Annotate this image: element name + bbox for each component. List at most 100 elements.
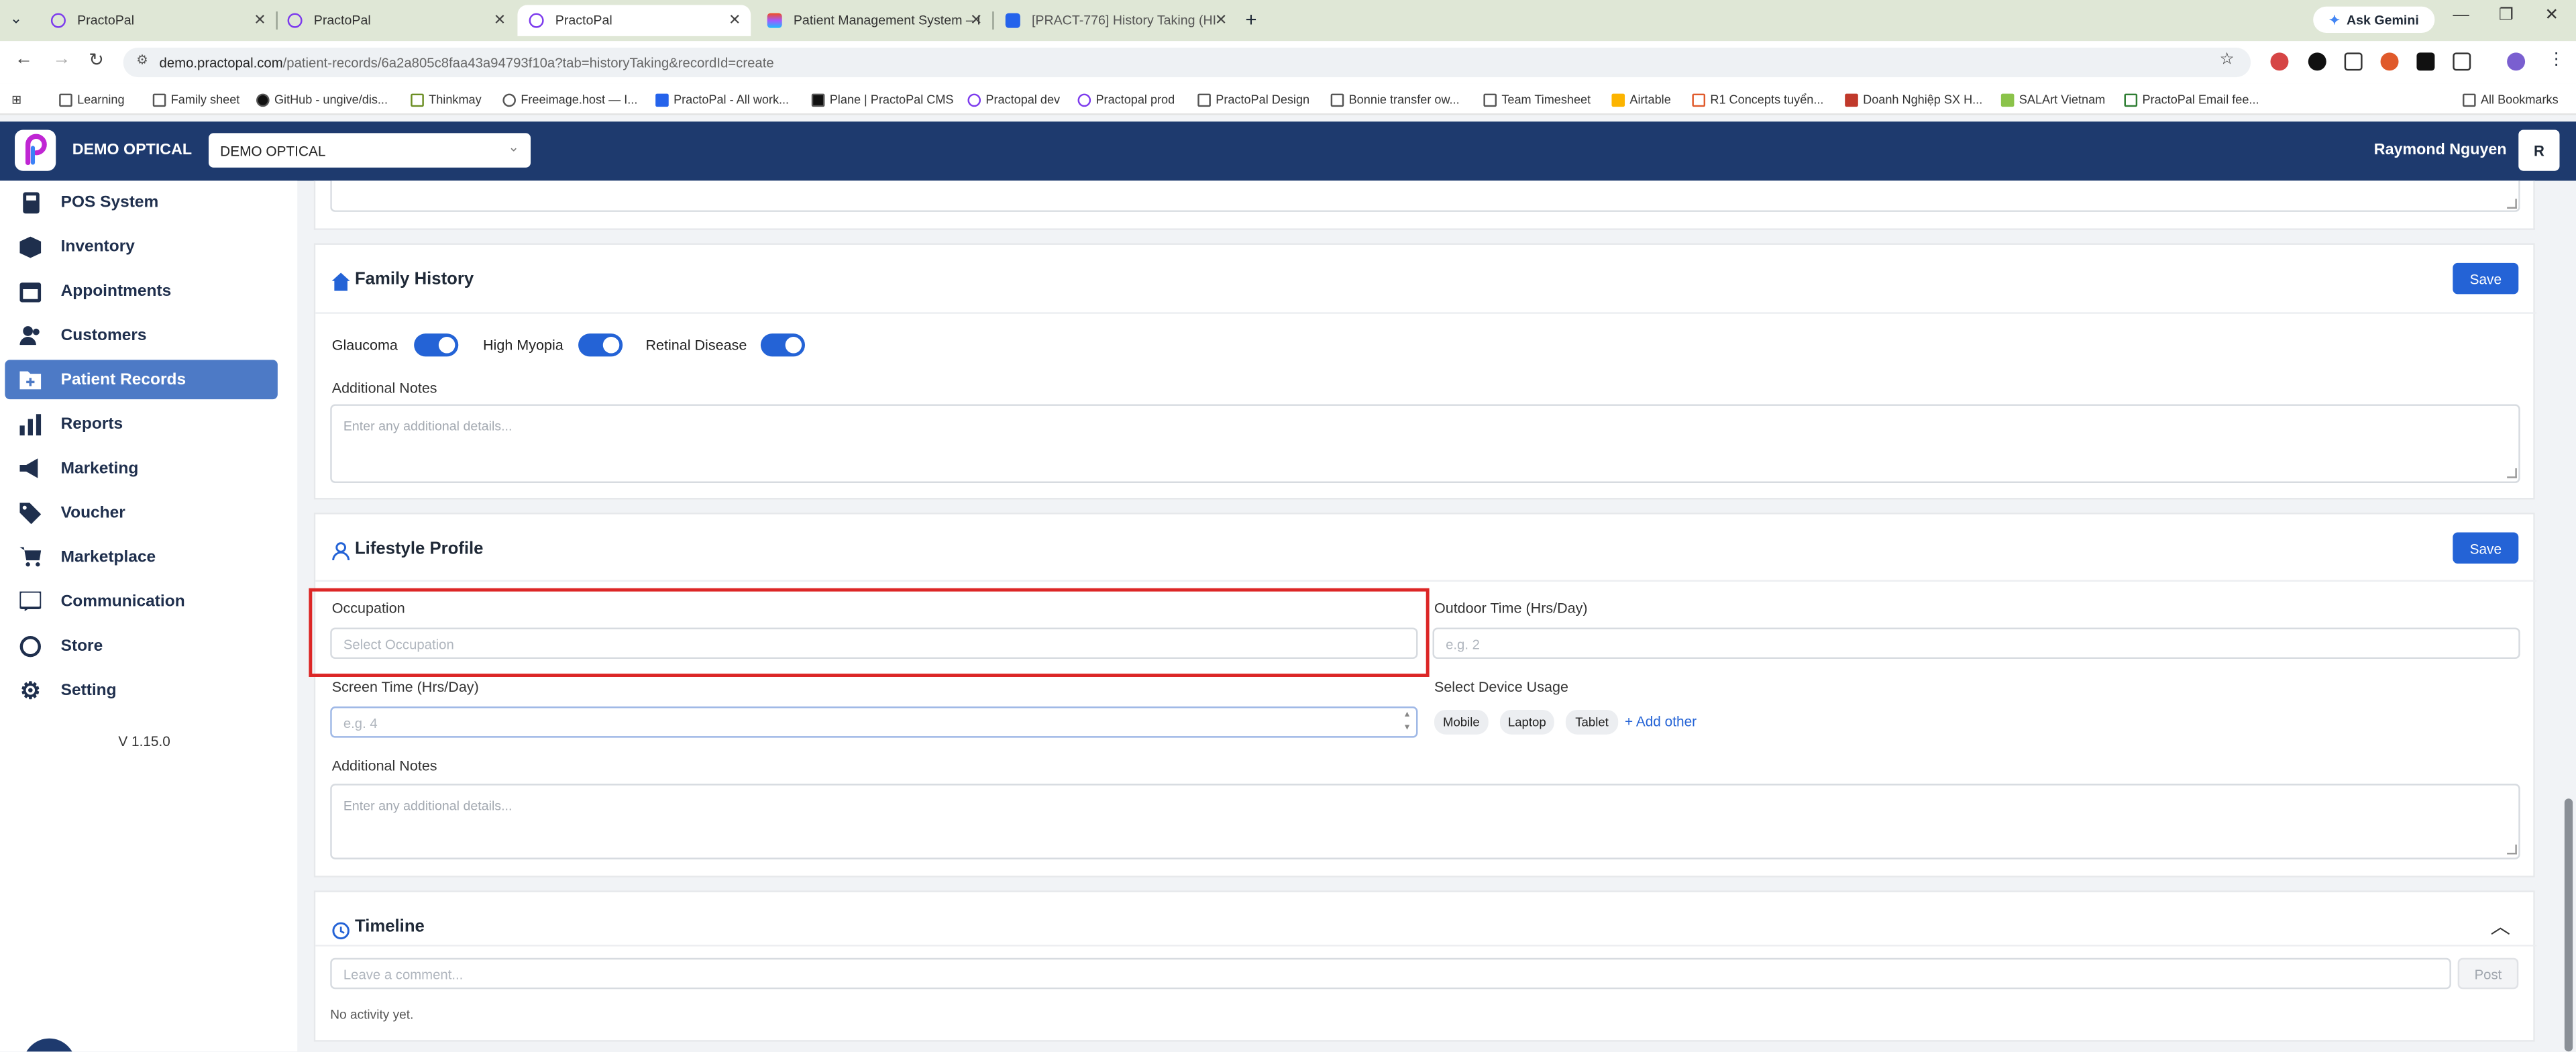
bookmark-item[interactable]: GitHub - ungive/dis... [256,92,388,107]
lifestyle-profile-title: Lifestyle Profile [354,539,484,559]
bookmark-item[interactable]: Doanh Nghiệp SX H... [1845,92,1982,107]
close-icon[interactable]: ✕ [970,11,982,30]
sidebar-item-label: POS System [60,193,159,211]
r1-icon [1692,93,1706,106]
post-comment-button[interactable]: Post [2457,957,2519,990]
browser-tab[interactable]: [PRACT-776] History Taking (HI ✕ [994,5,1237,36]
sidebar-item-voucher[interactable]: Voucher [5,493,278,533]
device-chip-mobile[interactable]: Mobile [1434,709,1489,735]
site-info-icon[interactable]: ⚙ [136,52,148,67]
sidebar-item-patient-records[interactable]: Patient Records [5,360,278,400]
extension-icon[interactable] [2380,52,2399,71]
device-chip-tablet[interactable]: Tablet [1565,709,1619,735]
maximize-icon[interactable]: ❐ [2499,7,2514,25]
sidebar-item-appointments[interactable]: Appointments [5,271,278,311]
previous-section-card [313,180,2535,230]
screen-time-input[interactable]: e.g. 4 ▲ ▼ [330,706,1418,738]
bookmark-item[interactable]: R1 Concepts tuyển... [1692,92,1823,107]
resize-handle[interactable] [2507,468,2517,478]
bookmark-item[interactable]: PractoPal - All work... [655,92,789,107]
bookmark-item[interactable]: Learning [59,92,125,107]
bookmark-item[interactable]: Airtable [1611,92,1671,107]
page-scrollbar[interactable] [2564,798,2573,1052]
bookmark-star-icon[interactable]: ☆ [2220,51,2235,69]
bookmark-item[interactable]: Practopal dev [967,92,1060,107]
resize-handle[interactable] [2507,844,2517,855]
bookmark-item[interactable]: Plane | PractoPal CMS [811,92,954,107]
browser-tab-active[interactable]: PractoPal ✕ [517,5,751,36]
location-select[interactable]: DEMO OPTICAL ⌄ [209,133,531,168]
app-logo[interactable] [15,129,56,171]
lifestyle-save-button[interactable]: Save [2453,532,2519,564]
minimize-icon[interactable]: — [2453,7,2469,25]
avatar[interactable]: R [2518,129,2560,171]
sidebar-item-pos-system[interactable]: POS System [5,182,278,222]
forward-icon[interactable]: → [52,49,70,68]
url-input[interactable]: ⚙ demo.practopal.com/patient-records/6a2… [123,48,2251,78]
high-myopia-toggle[interactable] [578,333,623,357]
gemini-icon: ✦ [2328,12,2341,28]
comment-input[interactable]: Leave a comment... [330,957,2451,990]
bookmark-item[interactable]: Thinkmay [411,92,482,107]
sidebar-item-store[interactable]: Store [5,626,278,666]
sidebar-item-label: Store [60,636,103,655]
reload-icon[interactable]: ↻ [89,49,104,70]
family-history-save-button[interactable]: Save [2453,262,2519,295]
sidebar-item-inventory[interactable]: Inventory [5,227,278,266]
chevron-up-icon[interactable]: ︿ [2491,912,2510,940]
practopal-icon [1077,93,1091,106]
sidebar-item-label: Inventory [60,237,135,256]
glaucoma-toggle[interactable] [414,333,459,357]
extension-icon[interactable] [2308,52,2326,71]
bookmark-item[interactable]: SALArt Vietnam [2000,92,2105,107]
bookmark-item[interactable]: PractoPal Email fee... [2124,92,2259,107]
resize-handle[interactable] [2507,199,2517,209]
outdoor-time-input[interactable]: e.g. 2 [1432,627,2520,660]
extensions-puzzle-icon[interactable] [2453,52,2471,71]
previous-notes-textarea[interactable] [330,180,2520,212]
device-chip-laptop[interactable]: Laptop [1499,709,1554,735]
extension-icon[interactable] [2416,52,2435,71]
close-window-icon[interactable]: ✕ [2544,7,2559,25]
bookmark-item[interactable]: Family sheet [152,92,239,107]
retinal-disease-toggle[interactable] [760,333,806,357]
sidebar-item-marketing[interactable]: Marketing [5,449,278,488]
close-icon[interactable]: ✕ [1215,11,1227,30]
sidebar-item-communication[interactable]: Communication [5,582,278,621]
bookmark-item[interactable]: PractoPal Design [1197,92,1309,107]
tab-title: PractoPal [555,13,612,28]
browser-tab[interactable]: PractoPal ✕ [276,5,516,36]
user-name[interactable]: Raymond Nguyen [2374,142,2507,160]
screenshot-extension-icon[interactable] [2344,52,2363,71]
close-icon[interactable]: ✕ [729,11,741,30]
bookmark-item[interactable]: Freeimage.host — I... [502,92,637,107]
new-tab-icon[interactable]: + [1245,8,1256,31]
sidebar-item-reports[interactable]: Reports [5,404,278,443]
lifestyle-notes-textarea[interactable]: Enter any additional details... [330,784,2520,859]
ask-gemini-button[interactable]: ✦ Ask Gemini [2313,6,2435,33]
close-icon[interactable]: ✕ [254,11,266,30]
number-spinner-icon[interactable]: ▲ ▼ [1403,708,1411,735]
all-bookmarks[interactable]: All Bookmarks [2463,92,2559,107]
bookmark-label: R1 Concepts tuyển... [1710,92,1824,107]
close-icon[interactable]: ✕ [494,11,506,30]
bookmark-item[interactable]: Team Timesheet [1483,92,1591,107]
sidebar-item-marketplace[interactable]: Marketplace [5,537,278,577]
family-notes-textarea[interactable]: Enter any additional details... [330,404,2520,484]
menu-kebab-icon[interactable]: ⋮ [2548,51,2564,69]
browser-tab[interactable]: PractoPal ✕ [40,5,276,36]
bookmark-item[interactable]: Bonnie transfer ow... [1330,92,1460,107]
family-history-title: Family History [354,269,474,290]
tab-search-icon[interactable]: ⌄ [10,10,22,28]
sidebar-item-setting[interactable]: ⚙ Setting [5,670,278,710]
sidebar-item-label: Appointments [60,282,172,300]
back-icon[interactable]: ← [15,49,33,68]
bookmark-label: Doanh Nghiệp SX H... [1863,92,1983,107]
apps-grid-icon[interactable]: ⊞ [11,92,21,107]
add-other-device-button[interactable]: + Add other [1625,713,1697,729]
profile-icon[interactable] [2507,52,2526,71]
browser-tab[interactable]: Patient Management System – I ✕ [756,5,993,36]
sidebar-item-customers[interactable]: Customers [5,315,278,355]
extension-icon[interactable] [2270,52,2289,71]
bookmark-item[interactable]: Practopal prod [1077,92,1175,107]
